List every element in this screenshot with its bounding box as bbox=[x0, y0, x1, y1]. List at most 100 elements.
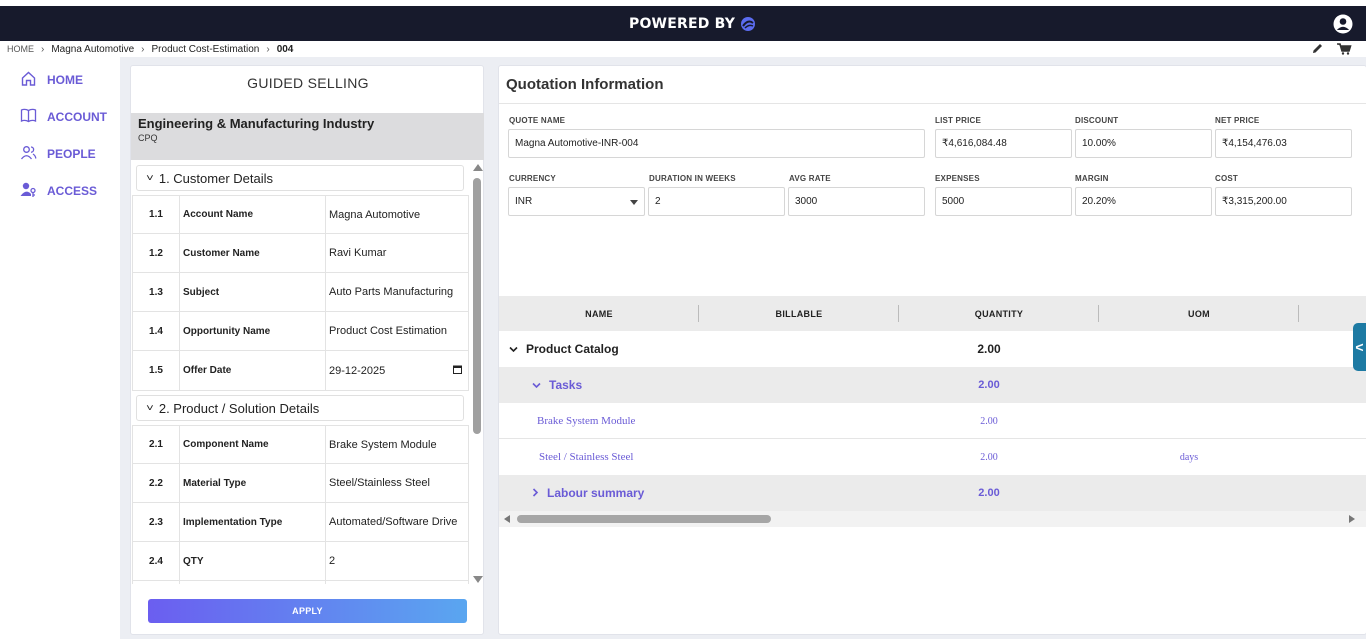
apply-button[interactable]: APPLY bbox=[148, 599, 467, 623]
row-value: Automated/Software Drive bbox=[329, 516, 458, 528]
breadcrumb-separator: › bbox=[141, 43, 145, 55]
chevron-down-icon[interactable] bbox=[509, 342, 518, 356]
row-name-cell: Labour summary bbox=[532, 475, 644, 511]
user-circle-icon[interactable] bbox=[1333, 14, 1353, 34]
list-price-input[interactable]: ₹4,616,084.48 bbox=[935, 129, 1072, 158]
breadcrumb-home[interactable]: HOME bbox=[7, 44, 34, 54]
chevron-right-icon[interactable] bbox=[532, 486, 539, 500]
qty-field[interactable]: 2 bbox=[326, 542, 468, 580]
row-quantity: 2.00 bbox=[978, 487, 1000, 499]
scroll-down-arrow-icon[interactable] bbox=[473, 576, 483, 583]
quote-name-input[interactable]: Magna Automotive-INR-004 bbox=[508, 129, 925, 158]
account-name-field[interactable]: Magna Automotive bbox=[326, 196, 468, 233]
scroll-up-arrow-icon[interactable] bbox=[473, 164, 483, 171]
chevron-down-icon[interactable] bbox=[532, 378, 541, 392]
field-value: 10.00% bbox=[1082, 138, 1116, 149]
breadcrumb-opportunity[interactable]: Product Cost-Estimation bbox=[152, 44, 260, 55]
row-value: Magna Automotive bbox=[329, 208, 421, 221]
table-row: 2.4 QTY 2 bbox=[132, 541, 469, 581]
scroll-right-arrow-icon[interactable] bbox=[1349, 515, 1355, 523]
field-value: ₹3,315,200.00 bbox=[1222, 196, 1287, 207]
row-number: 1.5 bbox=[133, 351, 180, 390]
tree-row-tasks[interactable]: Tasks 2.00 bbox=[499, 367, 1366, 403]
field-label: LIST PRICE bbox=[935, 116, 982, 125]
calendar-icon[interactable] bbox=[453, 365, 462, 377]
field-label: DURATION IN WEEKS bbox=[649, 174, 736, 183]
people-icon bbox=[20, 144, 37, 164]
breadcrumb-separator: › bbox=[41, 43, 45, 55]
material-type-field[interactable]: Steel/Stainless Steel bbox=[326, 464, 468, 502]
section-title: 2. Product / Solution Details bbox=[158, 400, 320, 416]
subject-field[interactable]: Auto Parts Manufacturing bbox=[326, 273, 468, 311]
horizontal-scrollbar[interactable] bbox=[499, 511, 1366, 527]
sidebar-item-people[interactable]: PEOPLE bbox=[20, 144, 96, 164]
row-number: 1.2 bbox=[133, 234, 180, 272]
column-separator[interactable] bbox=[1298, 305, 1299, 322]
column-header-quantity[interactable]: QUANTITY bbox=[899, 296, 1099, 331]
swirl-logo-icon bbox=[739, 15, 757, 33]
row-number: 1.3 bbox=[133, 273, 180, 311]
vertical-scrollbar[interactable] bbox=[471, 164, 483, 584]
row-name: Product Catalog bbox=[526, 342, 619, 356]
scroll-thumb[interactable] bbox=[517, 515, 771, 523]
field-value: 2 bbox=[655, 196, 661, 207]
tree-row-brake-system[interactable]: Brake System Module 2.00 bbox=[499, 403, 1366, 439]
row-label: Account Name bbox=[180, 196, 326, 233]
sidebar-item-label: HOME bbox=[47, 73, 83, 87]
table-row: 1.2 Customer Name Ravi Kumar bbox=[132, 233, 469, 273]
panel-title: GUIDED SELLING bbox=[247, 75, 369, 91]
sidebar-item-account[interactable]: ACCOUNT bbox=[20, 107, 107, 127]
table-row: 1.3 Subject Auto Parts Manufacturing bbox=[132, 272, 469, 312]
scroll-thumb[interactable] bbox=[473, 178, 481, 434]
industry-title: Engineering & Manufacturing Industry bbox=[138, 116, 375, 131]
column-header-name[interactable]: NAME bbox=[499, 296, 699, 331]
row-value: Steel/Stainless Steel bbox=[329, 477, 430, 489]
caret-down-icon bbox=[630, 200, 638, 205]
tree-row-product-catalog[interactable]: Product Catalog 2.00 bbox=[499, 331, 1366, 367]
row-value: 29-12-2025 bbox=[329, 364, 386, 377]
row-label: Material Type bbox=[180, 464, 326, 502]
customer-name-field[interactable]: Ravi Kumar bbox=[326, 234, 468, 272]
row-name-cell: Brake System Module bbox=[537, 403, 635, 439]
field-label: DISCOUNT bbox=[1075, 116, 1119, 125]
row-label: Component Name bbox=[180, 426, 326, 463]
cost-input[interactable]: ₹3,315,200.00 bbox=[1215, 187, 1352, 216]
row-number bbox=[133, 581, 180, 584]
book-icon bbox=[20, 107, 37, 127]
row-number: 1.4 bbox=[133, 312, 180, 350]
expenses-input[interactable]: 5000 bbox=[935, 187, 1072, 216]
row-name: Tasks bbox=[549, 378, 583, 392]
quotation-panel: Quotation Information QUOTE NAME Magna A… bbox=[498, 65, 1366, 635]
tree-row-labour-summary[interactable]: Labour summary 2.00 bbox=[499, 475, 1366, 511]
row-value: Brake System Module bbox=[329, 438, 437, 451]
row-quantity: 2.00 bbox=[980, 415, 998, 427]
row-name: Brake System Module bbox=[537, 415, 636, 427]
breadcrumb-account[interactable]: Magna Automotive bbox=[51, 44, 134, 55]
sidebar-item-access[interactable]: ACCESS bbox=[20, 181, 97, 201]
offer-date-field[interactable]: 29-12-2025 bbox=[326, 351, 468, 390]
scroll-left-arrow-icon[interactable] bbox=[504, 515, 510, 523]
margin-input[interactable]: 20.20% bbox=[1075, 187, 1212, 216]
component-name-field[interactable]: Brake System Module bbox=[326, 426, 468, 463]
tree-row-steel[interactable]: Steel / Stainless Steel 2.00 days bbox=[499, 439, 1366, 475]
section-customer-details[interactable]: ˅ 1. Customer Details bbox=[136, 165, 464, 191]
industry-subtitle: CPQ bbox=[138, 133, 158, 143]
currency-select[interactable]: INR bbox=[508, 187, 645, 216]
breadcrumb-separator: › bbox=[266, 43, 270, 55]
side-panel-toggle-button[interactable]: < bbox=[1353, 323, 1366, 371]
avg-rate-input[interactable]: 3000 bbox=[788, 187, 925, 216]
opportunity-name-field[interactable]: Product Cost Estimation bbox=[326, 312, 468, 350]
user-key-icon bbox=[20, 181, 37, 201]
implementation-type-field[interactable]: Automated/Software Drive bbox=[326, 503, 468, 541]
sidebar-item-label: ACCOUNT bbox=[47, 110, 107, 124]
section-product-details[interactable]: ˅ 2. Product / Solution Details bbox=[136, 395, 464, 421]
breadcrumb: HOME › Magna Automotive › Product Cost-E… bbox=[0, 41, 1366, 57]
net-price-input[interactable]: ₹4,154,476.03 bbox=[1215, 129, 1352, 158]
row-number: 2.2 bbox=[133, 464, 180, 502]
row-number: 2.4 bbox=[133, 542, 180, 580]
column-header-billable[interactable]: BILLABLE bbox=[699, 296, 899, 331]
discount-input[interactable]: 10.00% bbox=[1075, 129, 1212, 158]
duration-input[interactable]: 2 bbox=[648, 187, 785, 216]
sidebar-item-home[interactable]: HOME bbox=[20, 70, 83, 90]
column-header-uom[interactable]: UOM bbox=[1099, 296, 1299, 331]
